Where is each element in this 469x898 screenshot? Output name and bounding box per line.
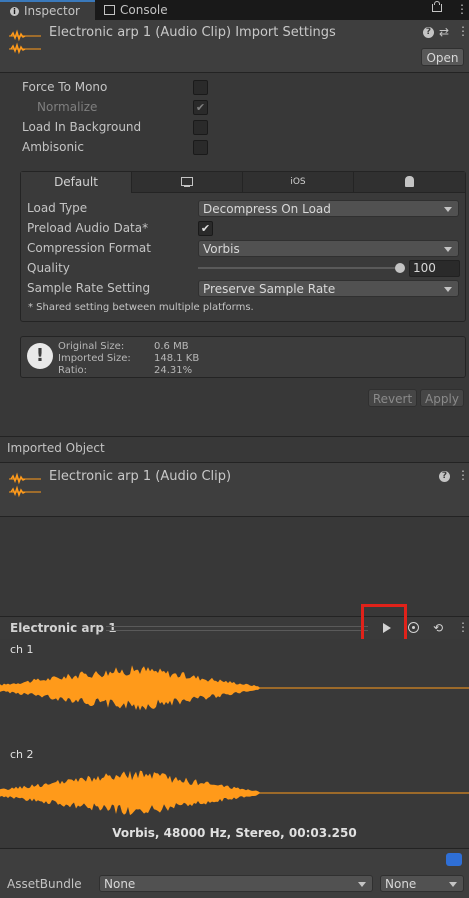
compression-value: Vorbis	[203, 242, 240, 256]
tab-inspector-label: Inspector	[24, 4, 80, 18]
waveform-channel-1	[0, 665, 469, 711]
chevron-down-icon	[449, 882, 457, 887]
tab-bar: i Inspector Console ⋮	[0, 0, 469, 20]
warning-icon: !	[27, 343, 53, 369]
imported-object-divider	[0, 436, 469, 437]
chevron-down-icon	[444, 207, 452, 212]
sample-rate-value: Preserve Sample Rate	[203, 282, 336, 296]
quality-input[interactable]: 100	[409, 260, 460, 277]
tab-ios[interactable]: iOS	[243, 172, 354, 192]
lock-icon[interactable]	[432, 4, 442, 12]
chevron-down-icon	[358, 882, 366, 887]
tab-console-label: Console	[120, 3, 168, 17]
console-icon	[104, 5, 115, 15]
revert-button[interactable]: Revert	[368, 389, 417, 407]
ratio-label: Ratio:	[58, 365, 88, 376]
compression-dropdown[interactable]: Vorbis	[198, 240, 459, 257]
header-title: Electronic arp 1 (Audio Clip) Import Set…	[49, 25, 336, 40]
more-options-icon[interactable]: ⋮	[456, 2, 468, 16]
auto-play-dot	[412, 626, 415, 629]
chevron-down-icon	[444, 287, 452, 292]
imported-object-title: Electronic arp 1 (Audio Clip)	[49, 469, 232, 484]
monitor-stand	[184, 186, 190, 187]
tab-console[interactable]: Console	[104, 0, 194, 20]
monitor-icon	[181, 177, 193, 186]
ambisonic-checkbox[interactable]	[193, 140, 208, 155]
tab-android[interactable]	[354, 172, 465, 192]
load-type-dropdown[interactable]: Decompress On Load	[198, 200, 459, 217]
tab-default[interactable]: Default	[21, 172, 132, 193]
audio-info-text: Vorbis, 48000 Hz, Stereo, 00:03.250	[112, 826, 357, 840]
preload-checkbox[interactable]: ✔	[198, 221, 213, 236]
channel-2-label: ch 2	[10, 748, 34, 761]
loop-icon: ⟲	[432, 621, 444, 635]
original-size-value: 0.6 MB	[154, 341, 189, 352]
chevron-down-icon	[444, 247, 452, 252]
label-tag-icon[interactable]	[446, 853, 462, 866]
load-in-background-checkbox[interactable]	[193, 120, 208, 135]
assetbundle-label: AssetBundle	[7, 877, 82, 891]
preview-drag-bar[interactable]	[106, 626, 368, 631]
force-to-mono-checkbox[interactable]	[193, 80, 208, 95]
open-button[interactable]: Open	[421, 48, 464, 66]
lock-shackle	[434, 1, 440, 5]
ratio-value: 24.31%	[154, 365, 193, 376]
normalize-label: Normalize	[37, 100, 98, 114]
apply-button[interactable]: Apply	[420, 389, 464, 407]
imported-object-heading: Imported Object	[7, 441, 105, 455]
load-type-label: Load Type	[27, 201, 88, 215]
imported-object-header: Electronic arp 1 (Audio Clip) ? ⋮	[0, 462, 469, 517]
asset-header: Electronic arp 1 (Audio Clip) Import Set…	[0, 20, 469, 73]
channel-1-label: ch 1	[10, 643, 34, 656]
load-in-background-label: Load In Background	[22, 120, 142, 134]
load-type-value: Decompress On Load	[203, 202, 331, 216]
help-icon[interactable]: ?	[423, 27, 434, 38]
ambisonic-label: Ambisonic	[22, 140, 84, 154]
quality-slider-handle[interactable]	[395, 263, 405, 273]
force-to-mono-label: Force To Mono	[22, 80, 108, 94]
sample-rate-dropdown[interactable]: Preserve Sample Rate	[198, 280, 459, 297]
quality-label: Quality	[27, 261, 70, 275]
auto-play-button[interactable]	[403, 618, 425, 638]
assetbundle-dropdown[interactable]: None	[99, 875, 373, 892]
loop-button[interactable]: ⟲	[427, 618, 449, 638]
shared-setting-note: * Shared setting between multiple platfo…	[28, 302, 254, 313]
help-icon[interactable]: ?	[439, 471, 450, 482]
preview-toolbar: Electronic arp 1 ⟲ ⋮	[0, 604, 469, 648]
settings-sliders-icon[interactable]: ⇄	[439, 25, 449, 39]
assetbundle-value: None	[104, 877, 136, 891]
quality-value: 100	[413, 261, 436, 275]
more-icon[interactable]: ⋮	[457, 468, 469, 482]
normalize-checkbox[interactable]: ✔	[193, 100, 208, 115]
preview-title: Electronic arp 1	[10, 621, 117, 635]
assetbundle-variant-value: None	[385, 877, 417, 891]
original-size-label: Original Size:	[58, 341, 125, 352]
tab-standalone[interactable]	[132, 172, 243, 192]
audio-clip-icon	[9, 26, 41, 58]
assetbundle-variant-dropdown[interactable]: None	[380, 875, 464, 892]
waveform-channel-2	[0, 770, 469, 816]
audio-clip-icon	[9, 469, 41, 501]
sample-rate-label: Sample Rate Setting	[27, 281, 151, 295]
info-box: ! Original Size: 0.6 MB Imported Size: 1…	[20, 336, 466, 378]
assetbundle-footer: AssetBundle None None	[0, 848, 469, 898]
android-icon	[405, 176, 414, 187]
tab-inspector[interactable]: i Inspector	[0, 0, 95, 20]
preload-label: Preload Audio Data*	[27, 221, 149, 235]
quality-slider-track[interactable]	[198, 267, 402, 269]
imported-size-value: 148.1 KB	[154, 353, 200, 364]
more-icon[interactable]: ⋮	[457, 620, 469, 634]
info-icon: i	[10, 6, 19, 16]
tab-default-label: Default	[54, 175, 98, 189]
imported-size-label: Imported Size:	[58, 353, 131, 364]
tab-ios-label: iOS	[290, 177, 306, 187]
more-icon[interactable]: ⋮	[457, 24, 469, 38]
compression-label: Compression Format	[27, 241, 151, 255]
